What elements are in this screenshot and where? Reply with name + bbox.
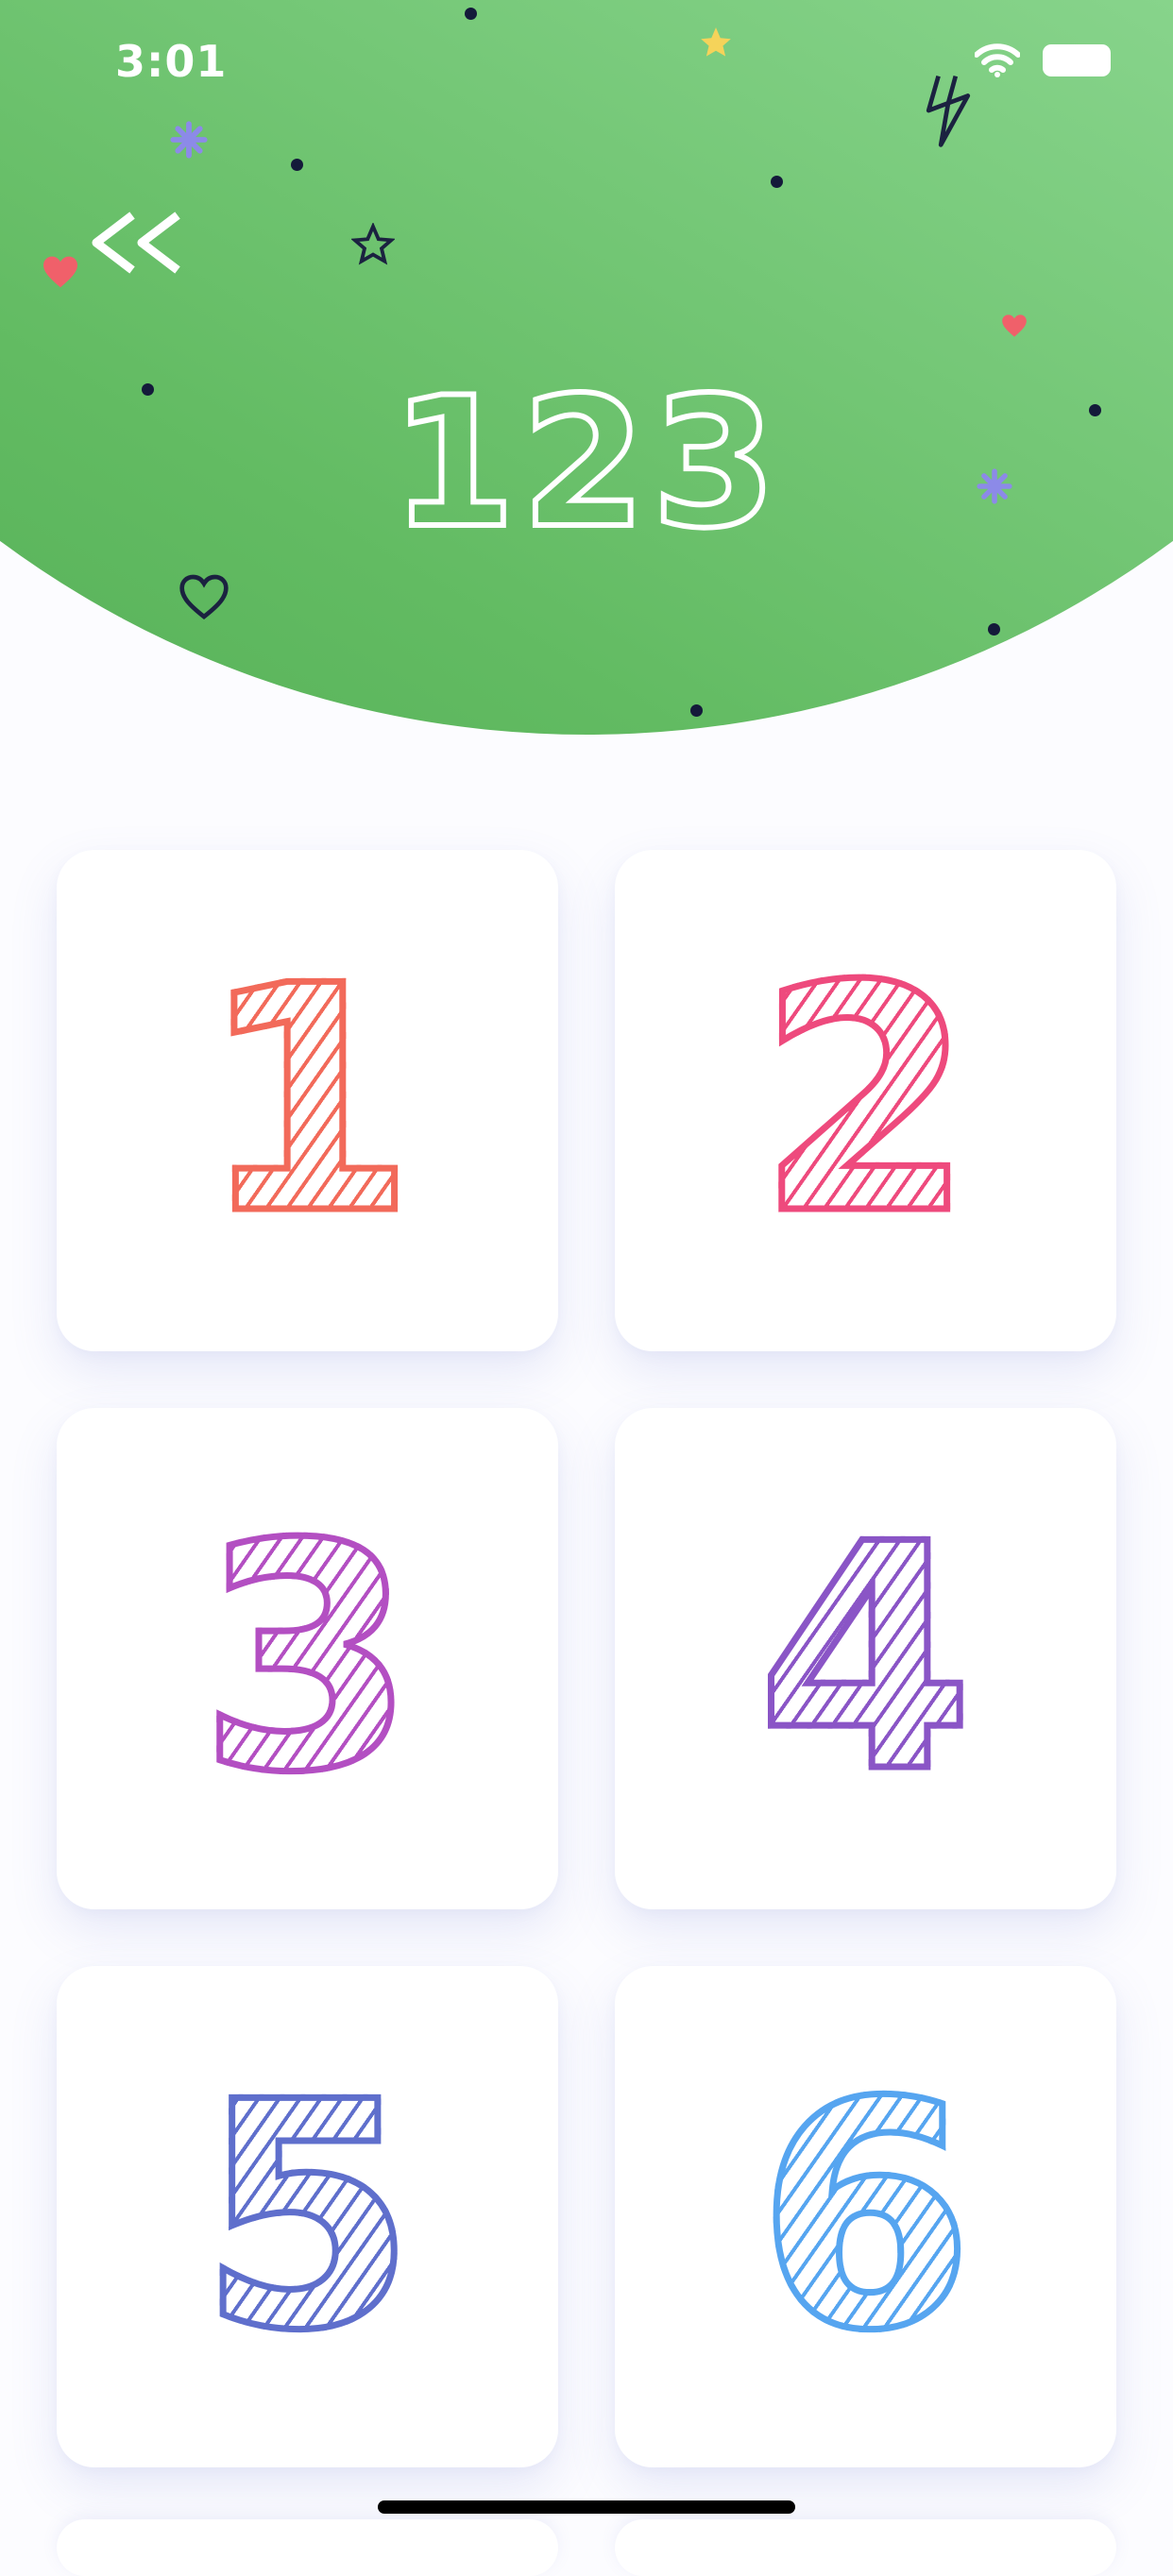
- number-card-6[interactable]: 6: [615, 1966, 1116, 2467]
- number-label: 4: [754, 1477, 978, 1840]
- wifi-icon: [975, 43, 1020, 77]
- number-card-5[interactable]: 5: [57, 1966, 558, 2467]
- lightning-icon: [926, 75, 971, 147]
- star-icon: [701, 27, 731, 57]
- number-label: 2: [754, 919, 978, 1282]
- number-card-3[interactable]: 3: [57, 1408, 558, 1909]
- number-label: 3: [196, 1477, 419, 1840]
- heart-outline-icon: [179, 574, 229, 619]
- decor-dot: [291, 159, 303, 171]
- number-card-4[interactable]: 4: [615, 1408, 1116, 1909]
- decor-dot: [465, 8, 477, 20]
- status-time: 3:01: [115, 36, 228, 87]
- number-label: 1: [196, 919, 419, 1282]
- sparkle-icon: [170, 121, 208, 159]
- number-card-8[interactable]: [615, 2519, 1116, 2576]
- back-double-chevron-icon[interactable]: [85, 210, 189, 276]
- heart-icon: [1002, 314, 1027, 337]
- page-title: 123: [388, 356, 783, 570]
- header: 3:01 123: [0, 0, 1173, 737]
- decor-dot: [988, 623, 1000, 636]
- star-outline-icon: [351, 223, 395, 265]
- decor-dot: [771, 176, 783, 188]
- number-card-7[interactable]: [57, 2519, 558, 2576]
- number-grid: 1 2 3 4 5 6: [57, 850, 1116, 2467]
- decor-dot: [690, 704, 703, 717]
- number-card-2[interactable]: 2: [615, 850, 1116, 1351]
- status-icons: [975, 43, 1111, 77]
- number-card-1[interactable]: 1: [57, 850, 558, 1351]
- home-indicator[interactable]: [378, 2500, 795, 2514]
- heart-icon: [43, 256, 77, 288]
- number-label: 6: [754, 2035, 978, 2398]
- battery-icon: [1043, 44, 1111, 76]
- number-label: 5: [196, 2035, 419, 2398]
